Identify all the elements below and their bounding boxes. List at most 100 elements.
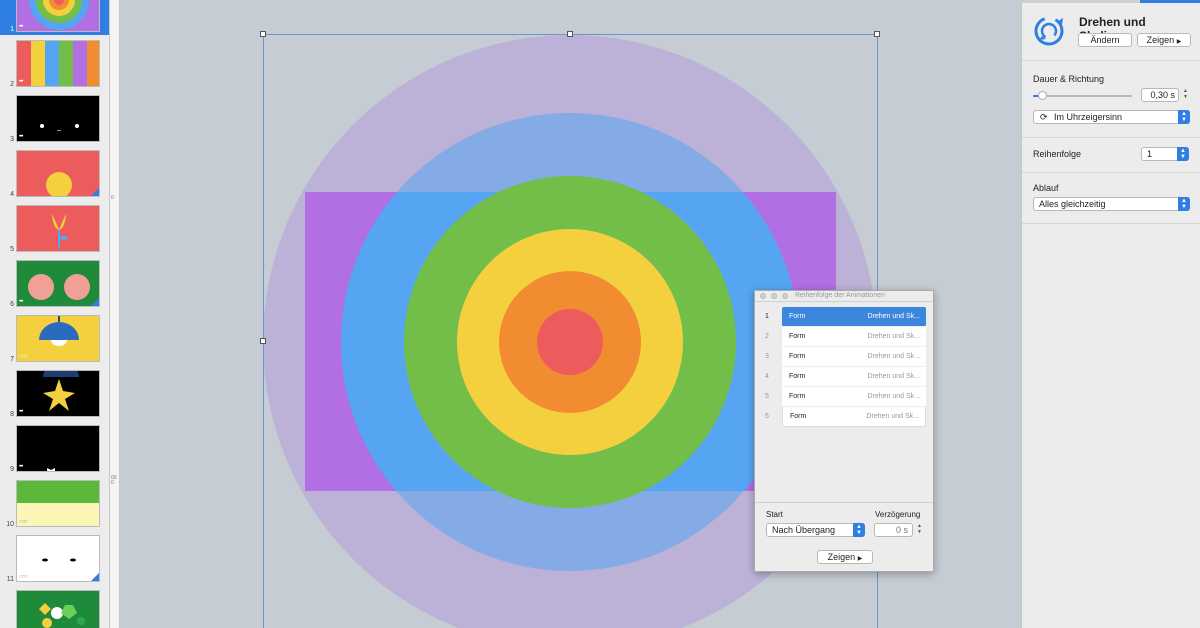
delay-field[interactable]: 0 s bbox=[874, 523, 913, 537]
minimize-button[interactable] bbox=[771, 293, 777, 299]
chevron-updown-icon: ▲ ▼ bbox=[1177, 147, 1189, 161]
inspector-tab-active[interactable] bbox=[1140, 0, 1200, 3]
ruler-mark: 000 bbox=[111, 475, 117, 486]
row-index: 2 bbox=[765, 333, 769, 340]
slide-number: 10 bbox=[6, 521, 14, 528]
duration-field[interactable]: 0,30 s bbox=[1141, 88, 1179, 102]
build-dots: ••• bbox=[19, 24, 23, 30]
row-object: Form bbox=[790, 413, 807, 420]
bowtie-preview bbox=[17, 426, 99, 471]
resize-handle[interactable] bbox=[874, 31, 880, 37]
animation-row[interactable]: Form Drehen und Sk... bbox=[782, 367, 926, 387]
start-label: Start bbox=[766, 510, 783, 519]
show-preview-button[interactable]: Zeigen ▶ bbox=[817, 550, 873, 564]
slide-thumbnail-4[interactable]: 4 bbox=[0, 148, 109, 200]
slide-preview: ••• bbox=[16, 370, 100, 417]
animation-row[interactable]: Form Drehen und Sk... bbox=[782, 327, 926, 347]
row-effect: Drehen und Sk... bbox=[867, 333, 920, 340]
build-dots: ○○○ bbox=[19, 574, 28, 580]
animation-row[interactable]: Form Drehen und Sk... bbox=[782, 387, 926, 407]
row-effect: Drehen und Sk... bbox=[867, 313, 920, 320]
flow-popup[interactable]: Alles gleichzeitig ▲ ▼ bbox=[1033, 197, 1190, 211]
play-icon: ▶ bbox=[1176, 39, 1182, 45]
inspector-tab[interactable] bbox=[1082, 0, 1140, 3]
delay-label: Verzögerung bbox=[875, 510, 921, 519]
slide-preview bbox=[16, 150, 100, 197]
slide-thumbnail-11[interactable]: 11 ○○○ bbox=[0, 533, 109, 585]
slide-thumbnail-6[interactable]: 6 ••• bbox=[0, 258, 109, 310]
slide-preview: ○○○ bbox=[16, 480, 100, 527]
duration-label: Dauer & Richtung bbox=[1033, 74, 1105, 84]
duration-value: 0,30 s bbox=[1150, 90, 1175, 100]
build-corner-icon bbox=[91, 573, 99, 581]
resize-handle[interactable] bbox=[260, 338, 266, 344]
panel-divider bbox=[755, 502, 933, 503]
row-effect: Drehen und Sk... bbox=[867, 353, 920, 360]
slide-number: 8 bbox=[10, 411, 14, 418]
animation-row[interactable]: Form Drehen und Sk... bbox=[782, 407, 926, 427]
start-popup[interactable]: Nach Übergang ▲ ▼ bbox=[766, 523, 865, 537]
eyes-preview bbox=[17, 96, 99, 141]
duration-stepper[interactable]: ▲ ▼ bbox=[1181, 88, 1190, 102]
slide-number: 9 bbox=[10, 466, 14, 473]
change-label: Ändern bbox=[1090, 35, 1120, 45]
rotate-scale-icon bbox=[1034, 16, 1064, 46]
slide-thumbnail-2[interactable]: 2 ••• bbox=[0, 38, 109, 90]
flower-preview bbox=[17, 206, 99, 251]
panel-titlebar[interactable]: Reihenfolge der Animationen bbox=[755, 291, 933, 302]
animation-row[interactable]: Form Drehen und Sk... bbox=[782, 347, 926, 367]
row-object: Form bbox=[789, 393, 806, 400]
direction-popup[interactable]: ⟳ Im Uhrzeigersinn ▲ ▼ bbox=[1033, 110, 1190, 124]
slide-thumbnail-5[interactable]: 5 bbox=[0, 203, 109, 255]
build-dots: ○○○ bbox=[19, 519, 28, 525]
slide-number: 1 bbox=[10, 26, 14, 33]
slide-thumbnail-9[interactable]: 9 ••• bbox=[0, 423, 109, 475]
order-label: Reihenfolge bbox=[1033, 149, 1082, 159]
row-effect: Drehen und Sk... bbox=[866, 413, 919, 420]
slide-number: 5 bbox=[10, 246, 14, 253]
show-button[interactable]: Zeigen ▶ bbox=[1137, 33, 1191, 47]
slide-number: 6 bbox=[10, 301, 14, 308]
build-dots: ••• bbox=[19, 409, 23, 415]
slide-preview: ••• bbox=[16, 0, 100, 32]
slide-thumbnail-7[interactable]: 7 ○○○ bbox=[0, 313, 109, 365]
clockwise-icon: ⟳ bbox=[1040, 112, 1048, 122]
duration-slider[interactable] bbox=[1033, 95, 1132, 97]
change-button[interactable]: Ändern bbox=[1078, 33, 1132, 47]
resize-handle[interactable] bbox=[260, 31, 266, 37]
slide-thumbnail-1[interactable]: 1 ••• bbox=[0, 0, 109, 35]
chevron-updown-icon: ▲ ▼ bbox=[1178, 197, 1190, 211]
order-popup[interactable]: 1 ▲ ▼ bbox=[1141, 147, 1189, 161]
slide-number: 3 bbox=[10, 136, 14, 143]
row-object: Form bbox=[789, 353, 806, 360]
close-button[interactable] bbox=[760, 293, 766, 299]
slide-thumbnail-10[interactable]: 10 ○○○ bbox=[0, 478, 109, 530]
slide-preview: ○○○ bbox=[16, 535, 100, 582]
build-corner-icon bbox=[91, 188, 99, 196]
flow-label: Ablauf bbox=[1033, 183, 1059, 193]
resize-handle[interactable] bbox=[567, 31, 573, 37]
slide-thumbnail-12[interactable] bbox=[0, 588, 109, 628]
slide-preview bbox=[16, 590, 100, 628]
slide-thumbnail-3[interactable]: 3 ••• bbox=[0, 93, 109, 145]
direction-value: Im Uhrzeigersinn bbox=[1054, 112, 1123, 122]
animation-row[interactable]: Form Drehen und Sk... bbox=[782, 307, 926, 327]
slide-number: 2 bbox=[10, 81, 14, 88]
animation-inspector: Drehen und Skalieren Ändern Zeigen ▶ Dau… bbox=[1021, 0, 1200, 628]
slider-knob[interactable] bbox=[1038, 91, 1047, 100]
target-preview bbox=[17, 0, 99, 31]
sun-preview bbox=[17, 151, 99, 196]
white-eyes-preview bbox=[17, 536, 99, 581]
row-effect: Drehen und Sk... bbox=[867, 373, 920, 380]
slide-thumbnail-8[interactable]: 8 ••• bbox=[0, 368, 109, 420]
divider bbox=[1022, 137, 1200, 138]
delay-stepper[interactable]: ▲ ▼ bbox=[915, 523, 924, 537]
zoom-button[interactable] bbox=[782, 293, 788, 299]
lamp-preview bbox=[17, 316, 99, 361]
slide-preview: ••• bbox=[16, 260, 100, 307]
panel-title: Reihenfolge der Animationen bbox=[795, 292, 885, 299]
play-icon: ▶ bbox=[857, 556, 863, 562]
inspector-tab[interactable] bbox=[1022, 0, 1082, 3]
circles-preview bbox=[17, 261, 99, 306]
vertical-ruler: 0 000 bbox=[110, 0, 120, 628]
